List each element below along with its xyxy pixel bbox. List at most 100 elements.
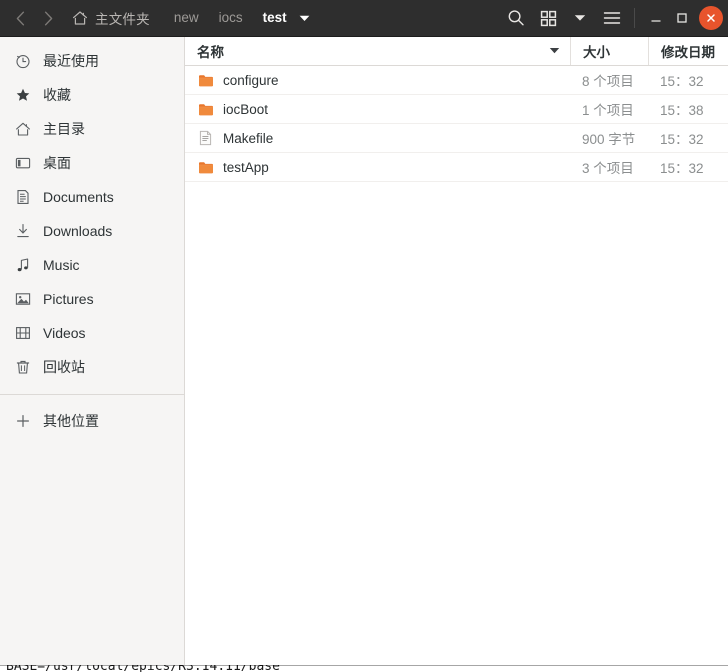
forward-button[interactable]	[34, 4, 62, 32]
headerbar-separator	[634, 8, 635, 28]
desktop-background: BASE=/usr/local/epics/R3.14.11/base 主文件夹…	[0, 0, 728, 672]
places-sidebar: 最近使用 收藏 主目录 桌面 Documents Downloads Music…	[0, 37, 185, 665]
column-header-name[interactable]: 名称	[185, 37, 570, 65]
clock-icon	[14, 53, 31, 70]
breadcrumb-home[interactable]: 主文件夹	[66, 5, 158, 32]
column-header-date-label: 修改日期	[661, 45, 715, 60]
grid-view-icon	[540, 10, 556, 26]
close-icon	[707, 14, 715, 22]
sidebar-item-home[interactable]: 主目录	[0, 112, 184, 146]
file-date-cell: 15：38	[660, 103, 704, 118]
search-icon	[508, 10, 524, 26]
sidebar-divider	[0, 394, 184, 395]
sidebar-item-recent[interactable]: 最近使用	[0, 44, 184, 78]
sidebar-item-label: 最近使用	[43, 53, 99, 69]
file-name-cell: testApp	[185, 153, 570, 181]
window-body: 最近使用 收藏 主目录 桌面 Documents Downloads Music…	[0, 37, 728, 665]
sidebar-item-label: 主目录	[43, 121, 85, 137]
film-icon	[14, 325, 31, 342]
home-icon	[14, 121, 31, 138]
file-date-cell: 15：32	[660, 74, 704, 89]
file-name: testApp	[223, 159, 269, 175]
sidebar-item-label: Downloads	[43, 223, 113, 239]
breadcrumb-iocs[interactable]: iocs	[209, 6, 253, 30]
file-list-column-headers: 名称 大小 修改日期	[185, 37, 728, 66]
sidebar-item-label: Videos	[43, 325, 86, 341]
file-manager-window: 主文件夹 new iocs test 最近使用 收藏 主目录 桌面 Docume…	[0, 0, 728, 665]
maximize-icon	[677, 13, 687, 23]
sidebar-item-downloads[interactable]: Downloads	[0, 214, 184, 248]
chevron-down-icon	[574, 15, 586, 21]
view-options-button[interactable]	[564, 3, 596, 33]
terminal-visible-line: BASE=/usr/local/epics/R3.14.11/base	[6, 664, 280, 672]
image-icon	[14, 291, 31, 308]
file-date-cell: 15：32	[660, 132, 704, 147]
folder-icon	[197, 159, 214, 176]
file-list-pane: 名称 大小 修改日期 configure 8 个项目 15：32 iocBoot…	[185, 37, 728, 665]
breadcrumb-dropdown-button[interactable]	[295, 6, 315, 30]
table-row[interactable]: testApp 3 个项目 15：32	[185, 153, 728, 182]
breadcrumb-home-label: 主文件夹	[95, 11, 150, 27]
chevron-right-icon	[44, 11, 52, 25]
download-icon	[14, 223, 31, 240]
file-size-cell: 900 字节	[582, 132, 636, 147]
music-note-icon	[14, 257, 31, 274]
background-terminal-window[interactable]: BASE=/usr/local/epics/R3.14.11/base	[0, 664, 728, 672]
chevron-left-icon	[16, 11, 24, 25]
chevron-down-icon	[299, 15, 310, 21]
sidebar-item-starred[interactable]: 收藏	[0, 78, 184, 112]
file-name-cell: configure	[185, 66, 570, 94]
column-header-name-label: 名称	[197, 45, 224, 60]
file-size-cell: 1 个项目	[582, 103, 634, 118]
folder-icon	[197, 101, 214, 118]
file-date-cell: 15：32	[660, 161, 704, 176]
table-row[interactable]: configure 8 个项目 15：32	[185, 66, 728, 95]
plus-icon	[14, 413, 31, 430]
sidebar-item-documents[interactable]: Documents	[0, 180, 184, 214]
breadcrumb-test[interactable]: test	[253, 6, 297, 30]
sidebar-item-pictures[interactable]: Pictures	[0, 282, 184, 316]
table-row[interactable]: iocBoot 1 个项目 15：38	[185, 95, 728, 124]
sidebar-item-label: Music	[43, 257, 80, 273]
sidebar-item-label: 其他位置	[43, 413, 99, 429]
text-file-icon	[197, 130, 214, 147]
hamburger-menu-icon	[603, 12, 621, 24]
maximize-button[interactable]	[669, 5, 695, 31]
file-name-cell: Makefile	[185, 124, 570, 152]
table-row[interactable]: Makefile 900 字节 15：32	[185, 124, 728, 153]
sidebar-item-label: Documents	[43, 189, 114, 205]
close-button[interactable]	[699, 6, 723, 30]
file-name: Makefile	[223, 130, 274, 146]
sidebar-item-label: 桌面	[43, 155, 71, 171]
breadcrumb-new[interactable]: new	[164, 6, 209, 30]
headerbar-right-group	[500, 3, 728, 33]
file-size-cell: 3 个项目	[582, 161, 634, 176]
view-grid-button[interactable]	[532, 3, 564, 33]
file-name: iocBoot	[223, 101, 269, 117]
file-name-cell: iocBoot	[185, 95, 570, 123]
minimize-button[interactable]	[643, 5, 669, 31]
sort-descending-arrow-icon	[549, 46, 560, 56]
home-icon	[73, 10, 87, 25]
headerbar-left-group: 主文件夹	[0, 4, 158, 32]
file-name: configure	[223, 72, 279, 88]
sidebar-item-music[interactable]: Music	[0, 248, 184, 282]
sidebar-item-desktop[interactable]: 桌面	[0, 146, 184, 180]
desktop-icon	[14, 155, 31, 172]
back-button[interactable]	[6, 4, 34, 32]
sidebar-item-other-locations[interactable]: 其他位置	[0, 404, 184, 438]
search-button[interactable]	[500, 3, 532, 33]
breadcrumb-bar: new iocs test	[158, 6, 500, 30]
sidebar-item-label: 回收站	[43, 359, 85, 375]
folder-icon	[197, 72, 214, 89]
sidebar-item-videos[interactable]: Videos	[0, 316, 184, 350]
sidebar-item-label: Pictures	[43, 291, 94, 307]
document-icon	[14, 189, 31, 206]
column-header-date[interactable]: 修改日期	[648, 37, 728, 65]
sidebar-item-trash[interactable]: 回收站	[0, 350, 184, 384]
file-list-empty-area[interactable]	[185, 182, 728, 665]
minimize-icon	[651, 20, 661, 22]
sidebar-item-label: 收藏	[43, 87, 71, 103]
column-header-size[interactable]: 大小	[570, 37, 648, 65]
main-menu-button[interactable]	[596, 3, 628, 33]
